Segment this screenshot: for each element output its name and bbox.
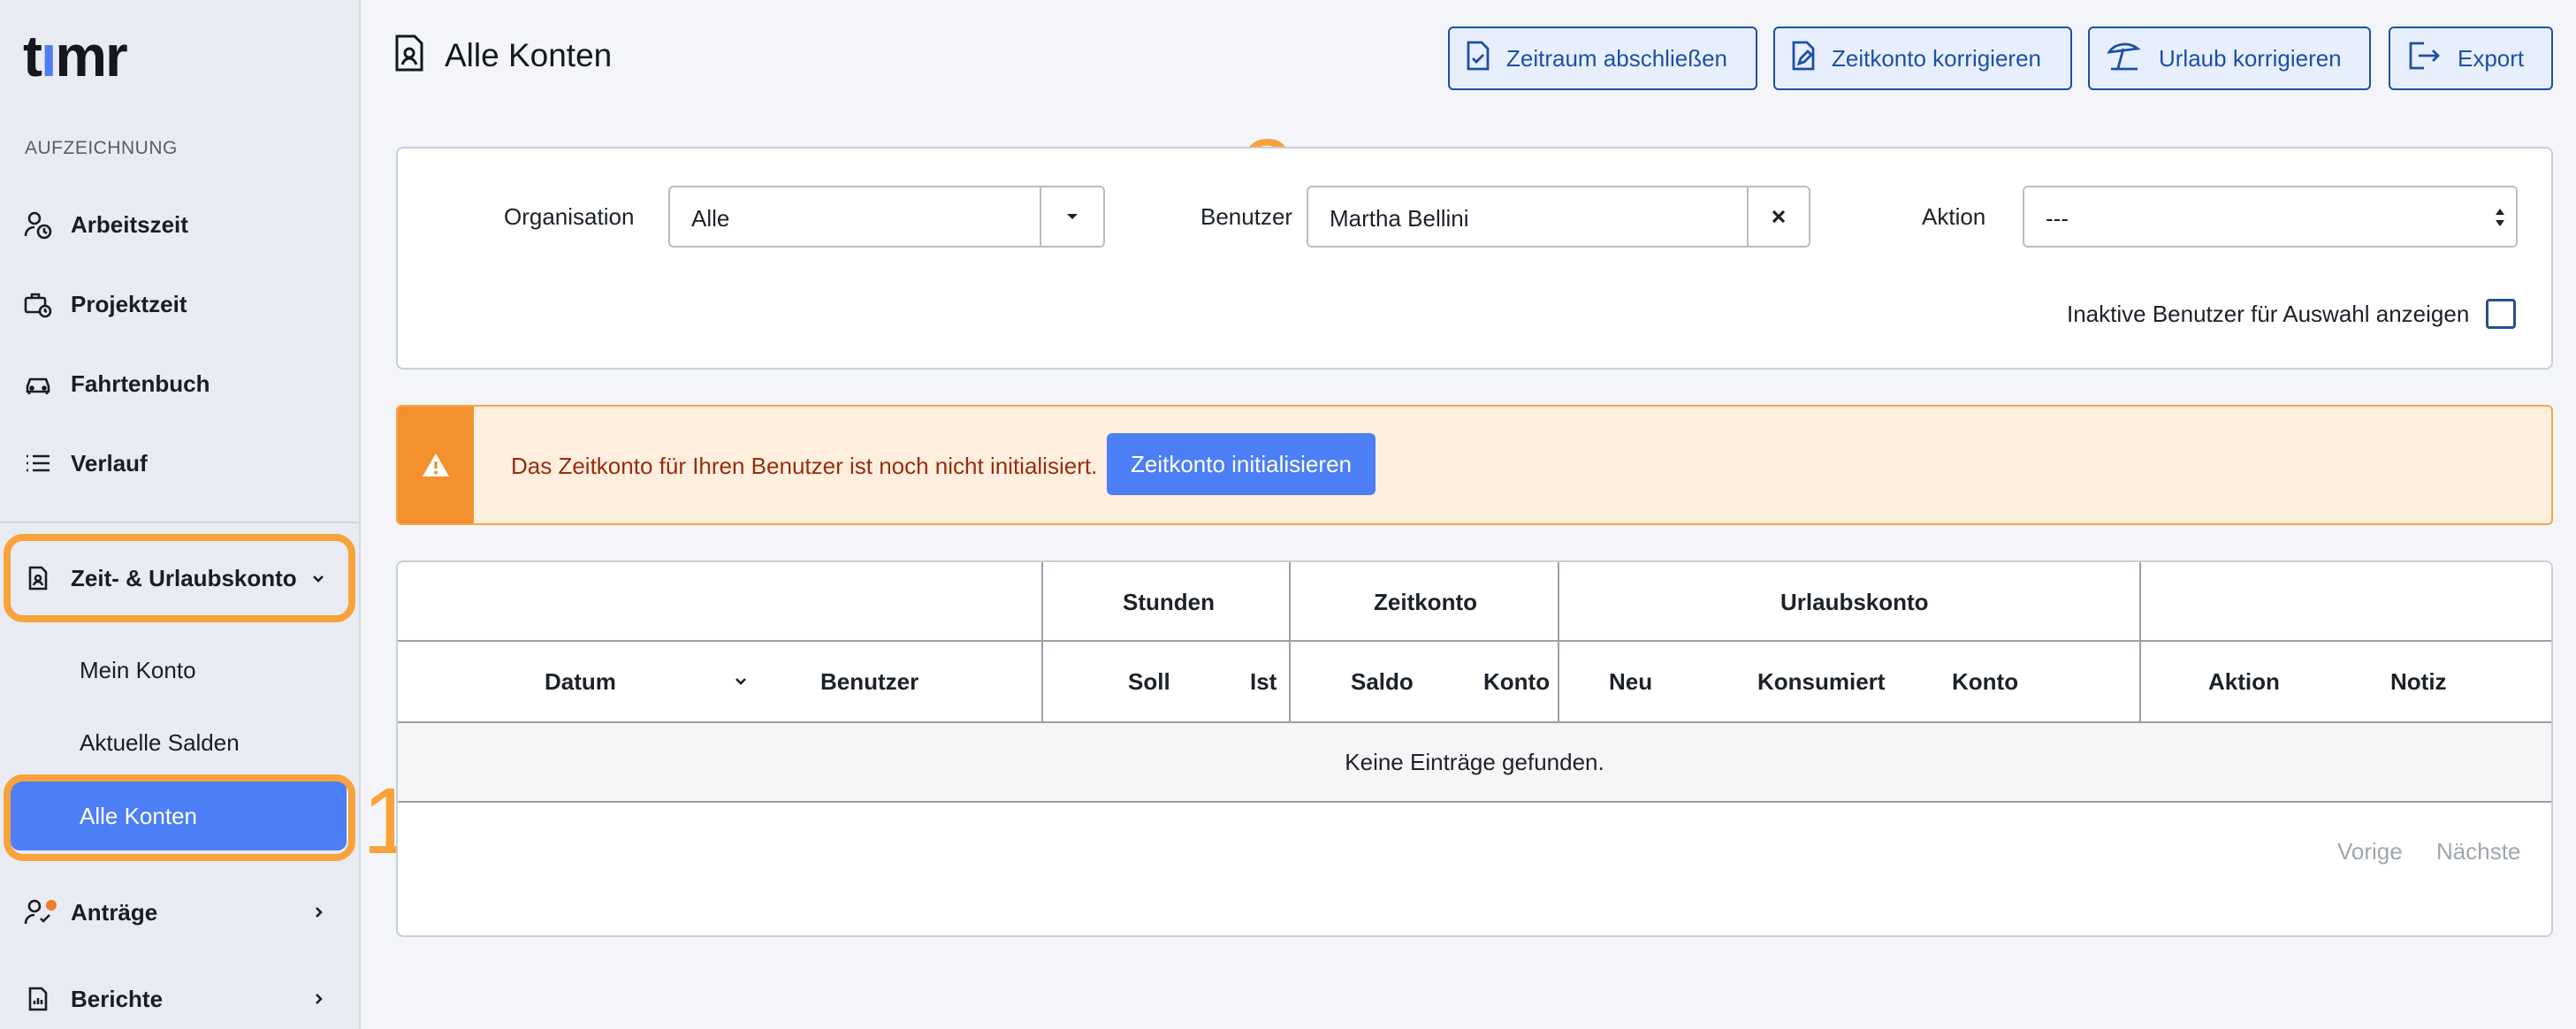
pagination-next[interactable]: Nächste [2436,838,2520,865]
column-header-datum[interactable]: Datum [545,668,616,696]
organisation-label: Organisation [504,203,635,230]
action-label: Aktion [1922,203,1986,230]
correct-time-account-label: Zeitkonto korrigieren [1832,44,2041,72]
sidebar-item-verlauf[interactable]: Verlauf [0,438,359,488]
app-logo[interactable]: tımr [23,25,128,87]
sidebar-item-label: Verlauf [71,449,148,476]
list-icon [21,446,55,480]
filter-panel: Organisation Alle Benutzer Martha Bellin… [396,147,2553,370]
chevron-right-icon [308,988,329,1010]
sidebar-item-berichte[interactable]: Berichte [0,974,359,1024]
sidebar: tımr AUFZEICHNUNG Arbeitszeit Projektzei… [0,0,361,1029]
export-button[interactable]: Export [2389,27,2553,90]
column-header-soll: Soll [1128,668,1170,695]
column-header-benutzer: Benutzer [820,668,919,695]
sidebar-subitem-aktuelle-salden[interactable]: Aktuelle Salden [0,716,359,769]
highlight-box-alle-konten [4,774,355,861]
empty-row: Keine Einträge gefunden. [398,723,2551,801]
car-icon [21,367,55,400]
notification-dot [46,900,57,911]
correct-vacation-label: Urlaub korrigieren [2159,44,2342,72]
column-header-ist: Ist [1250,668,1277,695]
table-divider [1289,562,1291,723]
sidebar-item-label: Arbeitszeit [71,210,188,238]
column-header-saldo: Saldo [1351,668,1414,695]
column-header-konto-urlaub: Konto [1952,668,2019,695]
action-select[interactable]: --- [2023,186,2518,248]
sidebar-item-projektzeit[interactable]: Projektzeit [0,279,359,329]
correct-time-account-button[interactable]: Zeitkonto korrigieren [1773,27,2072,90]
chevron-down-icon[interactable] [732,672,750,694]
document-check-icon [1466,41,1490,77]
table-divider [398,801,2551,803]
user-label: Benutzer [1200,203,1293,230]
briefcase-clock-icon [21,287,55,321]
chevron-right-icon [308,902,329,923]
group-header-vacation-account: Urlaubskonto [1780,589,1929,615]
correct-vacation-button[interactable]: Urlaub korrigieren [2088,27,2371,90]
sidebar-subitem-label: Aktuelle Salden [80,728,240,756]
column-header-konto: Konto [1483,668,1551,695]
inactive-users-checkbox[interactable] [2486,299,2516,329]
report-icon [21,982,55,1016]
empty-message: Keine Einträge gefunden. [1345,748,1604,775]
organisation-select[interactable]: Alle [668,186,1105,248]
alert-message: Das Zeitkonto für Ihren Benutzer ist noc… [511,453,1098,479]
document-edit-icon [1791,41,1816,77]
inactive-users-label: Inaktive Benutzer für Auswahl anzeigen [2067,301,2470,327]
user-value: Martha Bellini [1330,205,1469,232]
column-header-neu: Neu [1609,668,1653,695]
table-divider [398,640,2551,642]
warning-icon [421,452,451,483]
section-label: AUFZEICHNUNG [25,138,178,158]
user-clock-icon [21,208,55,241]
highlight-box-account-group [4,534,355,622]
sidebar-item-label: Berichte [71,985,164,1012]
close-period-button[interactable]: Zeitraum abschließen [1448,27,1757,90]
column-header-notiz: Notiz [2390,668,2447,695]
alert-side [398,407,474,523]
sidebar-subitem-label: Mein Konto [80,656,196,683]
table-divider [1041,562,1043,723]
organisation-value: Alle [691,205,730,232]
export-icon [2406,40,2442,78]
accounts-table: Stunden Zeitkonto Urlaubskonto Datum Ben… [396,560,2553,937]
initialize-time-account-button[interactable]: Zeitkonto initialisieren [1107,433,1376,495]
document-user-icon [393,34,425,77]
pagination-prev[interactable]: Vorige [2337,838,2403,865]
table-divider [1558,562,1559,723]
table-divider [2139,562,2141,723]
column-header-aktion: Aktion [2208,668,2280,695]
column-header-konsumiert: Konsumiert [1757,668,1886,695]
sidebar-item-label: Projektzeit [71,290,187,317]
group-header-hours: Stunden [1123,589,1215,615]
warning-alert: Das Zeitkonto für Ihren Benutzer ist noc… [396,405,2553,525]
action-value: --- [2046,205,2069,232]
sidebar-item-antraege[interactable]: Anträge [0,888,359,937]
export-label: Export [2458,44,2525,72]
beach-umbrella-icon [2106,40,2143,78]
sidebar-item-fahrtenbuch[interactable]: Fahrtenbuch [0,359,359,408]
sidebar-item-label: Fahrtenbuch [71,370,210,397]
caret-down-icon[interactable] [1040,187,1103,246]
clear-icon[interactable] [1747,187,1809,246]
sidebar-divider [0,522,359,523]
group-header-time-account: Zeitkonto [1374,589,1477,615]
sidebar-item-arbeitszeit[interactable]: Arbeitszeit [0,200,359,249]
sidebar-subitem-mein-konto[interactable]: Mein Konto [0,644,359,697]
select-arrows-icon [2493,205,2507,234]
page-title-text: Alle Konten [445,36,613,73]
page-title: Alle Konten [393,34,612,77]
sidebar-item-label: Anträge [71,898,158,926]
close-period-label: Zeitraum abschließen [1506,44,1727,72]
user-select[interactable]: Martha Bellini [1307,186,1810,248]
